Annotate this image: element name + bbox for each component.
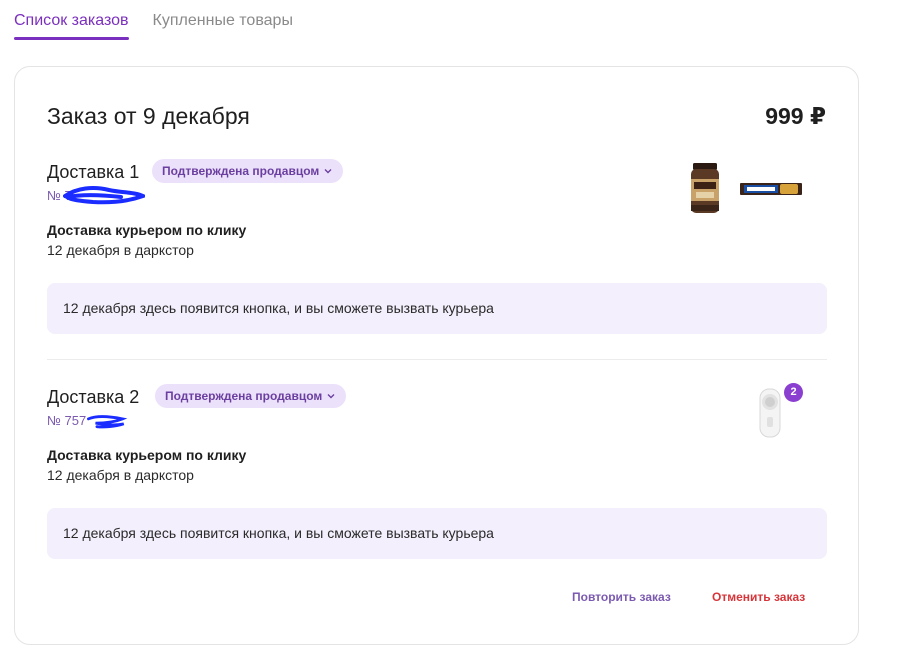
repeat-order-button[interactable]: Повторить заказ (572, 589, 671, 605)
snickers-bar-image[interactable] (740, 180, 802, 198)
delivery-title: Доставка 2 (47, 387, 140, 407)
order-title: Заказ от 9 декабря (47, 103, 250, 129)
status-badge-label: Подтверждена продавцом (162, 164, 320, 178)
item-quantity-badge: 2 (784, 383, 803, 402)
status-badge[interactable]: Подтверждена продавцом (152, 159, 344, 183)
coffee-jar-image[interactable] (688, 163, 722, 215)
redaction-scribble (63, 186, 145, 205)
delivery-date: 12 декабря в даркстор (47, 467, 194, 483)
cancel-order-button[interactable]: Отменить заказ (712, 589, 805, 605)
order-total: 999 ₽ (765, 103, 826, 129)
delivery-method: Доставка курьером по клику (47, 447, 247, 463)
redaction-scribble (87, 415, 128, 429)
delivery-method: Доставка курьером по клику (47, 222, 247, 238)
delivery-divider (47, 359, 827, 360)
chevron-down-icon (327, 394, 335, 399)
delivery-number: № 757 (47, 413, 87, 428)
tab-order-list[interactable]: Список заказов (14, 0, 129, 44)
tab-purchased-items[interactable]: Купленные товары (153, 0, 293, 44)
order-tabs: Список заказов Купленные товары (14, 0, 293, 44)
status-badge-label: Подтверждена продавцом (165, 389, 323, 403)
lint-remover-image[interactable] (753, 387, 787, 439)
delivery-date: 12 декабря в даркстор (47, 242, 194, 258)
courier-notice: 12 декабря здесь появится кнопка, и вы с… (47, 508, 827, 559)
chevron-down-icon (324, 169, 332, 174)
courier-notice: 12 декабря здесь появится кнопка, и вы с… (47, 283, 827, 334)
order-card: Заказ от 9 декабря 999 ₽ Доставка 1 Подт… (14, 66, 859, 645)
delivery-section: Доставка 2 Подтверждена продавцом № 757 … (47, 384, 827, 564)
status-badge[interactable]: Подтверждена продавцом (155, 384, 347, 408)
delivery-title: Доставка 1 (47, 162, 140, 182)
